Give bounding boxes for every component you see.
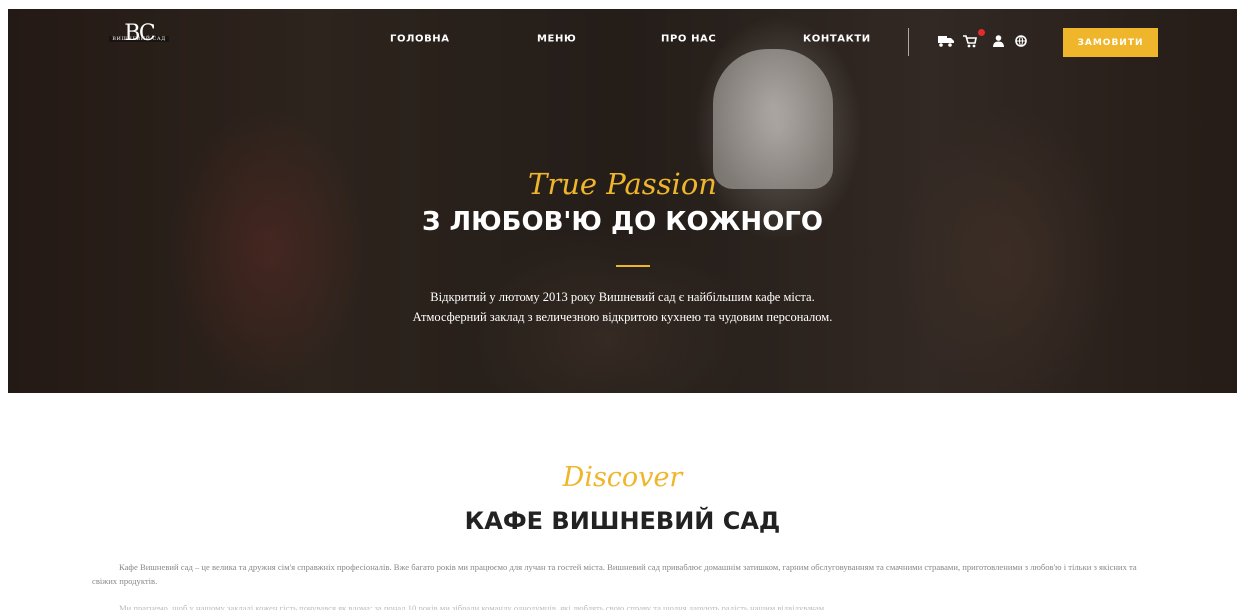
user-icon[interactable] [993,35,1004,49]
cart-count-badge [978,29,985,36]
hero-banner: BC ВИШНЕВИЙ САД ГОЛОВНА МЕНЮ ПРО НАС КОН… [8,9,1237,393]
about-paragraph: Кафе Вишневий сад – це велика та дружня … [92,562,1137,586]
top-navigation: BC ВИШНЕВИЙ САД ГОЛОВНА МЕНЮ ПРО НАС КОН… [8,9,1237,59]
cart-icon[interactable] [963,35,977,50]
order-button[interactable]: ЗАМОВИТИ [1063,28,1158,57]
delivery-truck-icon[interactable] [938,35,954,49]
hero-description-line: Атмосферний заклад з величезною відкрито… [412,310,833,324]
logo[interactable]: BC ВИШНЕВИЙ САД [109,23,169,50]
nav-item-contacts[interactable]: КОНТАКТИ [803,34,871,45]
about-paragraph: Ми прагнемо, щоб у нашому закладі кожен … [119,603,827,610]
about-script-heading: Discover [562,462,683,493]
logo-text: ВИШНЕВИЙ САД [109,36,169,42]
nav-item-about[interactable]: ПРО НАС [661,34,716,45]
hero-description: Відкритий у лютому 2013 року Вишневий са… [8,287,1237,327]
hero-title: З ЛЮБОВ'Ю ДО КОЖНОГО [422,207,823,237]
hero-divider [616,265,650,267]
nav-item-menu[interactable]: МЕНЮ [537,34,576,45]
globe-icon[interactable] [1015,35,1027,49]
nav-item-home[interactable]: ГОЛОВНА [390,34,450,45]
hero-script-heading: True Passion [528,167,717,201]
nav-divider [908,28,909,56]
about-title: КАФЕ ВИШНЕВИЙ САД [464,507,781,535]
hero-description-line: Відкритий у лютому 2013 року Вишневий са… [430,290,815,304]
